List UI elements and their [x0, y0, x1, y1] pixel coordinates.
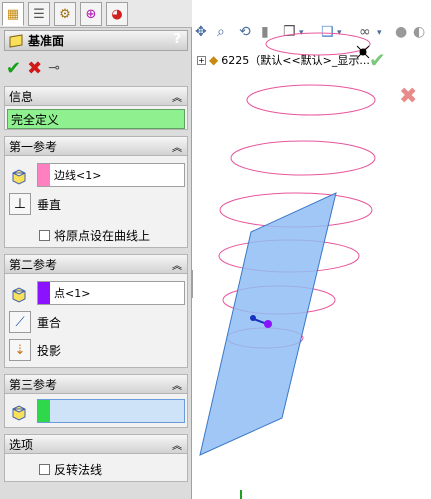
reference-cube-icon [5, 399, 33, 425]
origin-on-curve-label: 将原点设在曲线上 [54, 229, 151, 243]
collapse-chevron-icon: ︽ [172, 92, 182, 104]
panel-tabs: ▦ ☰ ⚙ ⊕ ◕ [0, 0, 192, 28]
ok-check-icon[interactable]: ✔ [6, 58, 21, 79]
coincident-label: 重合 [37, 315, 62, 330]
third-reference-field[interactable] [37, 399, 185, 423]
tab-property-manager[interactable]: ☰ [28, 2, 50, 26]
graphics-viewport[interactable]: ✥ ⌕ ⟲ ▮ ❒ ▾ ❑ ▾ ∞ ▾ ● ◐ + ◆ 6225（默认<<默认>… [193, 0, 431, 499]
collapse-chevron-icon: ︽ [172, 380, 182, 392]
second-reference-header[interactable]: 第二参考 ︽ [5, 255, 187, 274]
tab-configuration-manager[interactable]: ⚙ [54, 2, 76, 26]
property-manager-panel: ▦ ☰ ⚙ ⊕ ◕ 基准面 ? ✔ ✖ ⊸ 信息 ︽ 完全定义 第一参考 ︽ 边… [0, 0, 192, 499]
first-reference-field[interactable]: 边线<1> [37, 163, 185, 187]
third-reference-section: 第三参考 ︽ [4, 374, 188, 428]
cancel-x-icon[interactable]: ✖ [27, 58, 42, 79]
coincident-option[interactable]: ⟋ 重合 [9, 311, 61, 333]
first-reference-value: 边线<1> [54, 169, 102, 182]
first-reference-header[interactable]: 第一参考 ︽ [5, 137, 187, 156]
options-header-label: 选项 [9, 437, 34, 452]
perpendicular-option[interactable]: ⊥ 垂直 [9, 193, 61, 215]
options-header[interactable]: 选项 ︽ [5, 435, 187, 454]
third-reference-header[interactable]: 第三参考 ︽ [5, 375, 187, 394]
origin-on-curve-option[interactable]: 将原点设在曲线上 [39, 227, 150, 244]
panel-actions: ✔ ✖ ⊸ [6, 58, 60, 79]
project-icon: ⇣ [9, 339, 31, 361]
panel-title: 基准面 [28, 34, 65, 48]
tab-feature-manager[interactable]: ▦ [2, 2, 24, 26]
reference-color-swatch [38, 282, 50, 304]
property-icon: ☰ [33, 6, 45, 22]
configuration-icon: ⚙ [59, 6, 71, 22]
plane-icon [7, 32, 25, 50]
reference-cube-icon [5, 163, 33, 189]
tab-dimxpert[interactable]: ⊕ [80, 2, 102, 26]
display-icon: ◕ [111, 6, 123, 22]
info-header[interactable]: 信息 ︽ [5, 87, 187, 106]
model-graphics [199, 32, 376, 499]
project-label: 投影 [37, 343, 62, 358]
reference-color-swatch [38, 400, 50, 422]
flip-normal-checkbox[interactable] [39, 464, 50, 475]
perpendicular-label: 垂直 [37, 197, 62, 212]
origin-on-curve-checkbox[interactable] [39, 230, 50, 241]
info-header-label: 信息 [9, 89, 34, 104]
flip-normal-option[interactable]: 反转法线 [39, 461, 102, 478]
pushpin-icon[interactable]: ⊸ [48, 60, 60, 76]
help-icon[interactable]: ? [173, 32, 181, 47]
second-reference-label: 第二参考 [9, 257, 58, 272]
first-reference-section: 第一参考 ︽ 边线<1> ⊥ 垂直 将原点设在曲线上 [4, 136, 188, 248]
first-reference-label: 第一参考 [9, 139, 58, 154]
status-text: 完全定义 [11, 112, 60, 127]
flip-normal-label: 反转法线 [54, 463, 103, 477]
panel-title-bar: 基准面 ? [4, 30, 188, 51]
second-reference-section: 第二参考 ︽ 点<1> ⟋ 重合 ⇣ 投影 [4, 254, 188, 368]
tab-display-manager[interactable]: ◕ [106, 2, 128, 26]
cursor-indicator [356, 45, 370, 59]
collapse-chevron-icon: ︽ [172, 142, 182, 154]
project-option[interactable]: ⇣ 投影 [9, 339, 61, 361]
info-section: 信息 ︽ 完全定义 [4, 86, 188, 130]
coincident-icon: ⟋ [9, 311, 31, 333]
options-section: 选项 ︽ 反转法线 [4, 434, 188, 482]
status-box: 完全定义 [7, 109, 185, 129]
collapse-chevron-icon: ︽ [172, 440, 182, 452]
second-reference-value: 点<1> [54, 287, 91, 300]
perpendicular-icon: ⊥ [9, 193, 31, 215]
dimxpert-icon: ⊕ [85, 6, 97, 22]
second-reference-field[interactable]: 点<1> [37, 281, 185, 305]
reference-color-swatch [38, 164, 50, 186]
feature-tree-icon: ▦ [6, 6, 20, 22]
third-reference-label: 第三参考 [9, 377, 58, 392]
collapse-chevron-icon: ︽ [172, 260, 182, 272]
reference-cube-icon [5, 281, 33, 307]
